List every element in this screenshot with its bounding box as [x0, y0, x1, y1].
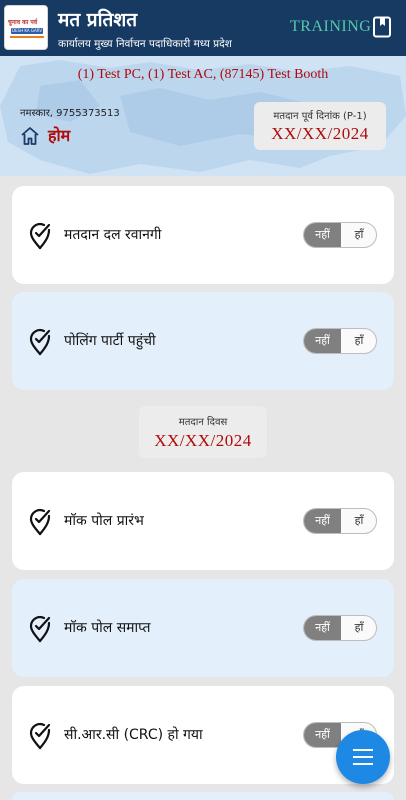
- pin-check-icon: [29, 722, 51, 750]
- status-toggle: नहीं हाँ: [303, 328, 377, 354]
- status-toggle: नहीं हाँ: [303, 222, 377, 248]
- app-header: चुनाव का पर्व DESH KA GARV मत प्रतिशत का…: [0, 0, 406, 56]
- pin-check-icon: [29, 328, 51, 356]
- toggle-no-option[interactable]: नहीं: [304, 616, 341, 640]
- menu-icon-bar: [353, 763, 373, 765]
- pre-poll-date-value: XX/XX/2024: [271, 124, 369, 143]
- app-title: मत प्रतिशत: [58, 9, 138, 31]
- status-card: मतदान दल रवानगी नहीं हाँ: [12, 186, 394, 284]
- training-mode-label[interactable]: TRAINING: [290, 18, 371, 36]
- status-label: मतदान दल रवानगी: [64, 227, 162, 243]
- booth-info: (1) Test PC, (1) Test AC, (87145) Test B…: [77, 67, 329, 82]
- toggle-yes-option[interactable]: हाँ: [341, 509, 376, 533]
- status-card: [12, 792, 394, 800]
- app-subtitle: कार्यालय मुख्य निर्वाचन पदाधिकारी मध्य प…: [58, 38, 232, 50]
- status-toggle: नहीं हाँ: [303, 508, 377, 534]
- app-logo: चुनाव का पर्व DESH KA GARV: [4, 5, 48, 50]
- pin-check-icon: [29, 222, 51, 250]
- status-label: पोलिंग पार्टी पहुंची: [64, 333, 156, 349]
- info-banner: (1) Test PC, (1) Test AC, (87145) Test B…: [0, 56, 406, 176]
- toggle-no-option[interactable]: नहीं: [304, 509, 341, 533]
- toggle-yes-option[interactable]: हाँ: [341, 329, 376, 353]
- logo-text-line2: DESH KA GARV: [11, 28, 43, 34]
- status-label: मॉक पोल प्रारंभ: [64, 513, 144, 529]
- status-toggle: नहीं हाँ: [303, 615, 377, 641]
- status-label: मॉक पोल समाप्त: [64, 620, 151, 636]
- status-card: पोलिंग पार्टी पहुंची नहीं हाँ: [12, 292, 394, 390]
- menu-icon-bar: [353, 756, 373, 758]
- status-card: मॉक पोल प्रारंभ नहीं हाँ: [12, 472, 394, 570]
- logo-stripe: [10, 36, 44, 38]
- pin-check-icon: [29, 508, 51, 536]
- pre-poll-date-label: मतदान पूर्व दिनांक (P-1): [273, 111, 367, 122]
- logo-text-line1: चुनाव का पर्व: [8, 19, 38, 26]
- status-card: मॉक पोल समाप्त नहीं हाँ: [12, 579, 394, 677]
- toggle-yes-option[interactable]: हाँ: [341, 616, 376, 640]
- pre-poll-date-box: मतदान पूर्व दिनांक (P-1) XX/XX/2024: [254, 102, 386, 150]
- greeting-text: नमस्कार, 9755373513: [20, 108, 120, 119]
- menu-fab-button[interactable]: [336, 730, 390, 784]
- toggle-no-option[interactable]: नहीं: [304, 223, 341, 247]
- menu-icon: [353, 749, 373, 751]
- poll-day-date: XX/XX/2024: [154, 431, 252, 450]
- poll-day-label: मतदान दिवस: [178, 417, 228, 428]
- home-label: होम: [48, 126, 71, 145]
- status-label: सी.आर.सी (CRC) हो गया: [64, 727, 203, 743]
- home-icon: [21, 127, 39, 145]
- toggle-no-option[interactable]: नहीं: [304, 723, 341, 747]
- toggle-no-option[interactable]: नहीं: [304, 329, 341, 353]
- status-card: सी.आर.सी (CRC) हो गया नहीं हाँ: [12, 686, 394, 784]
- book-icon[interactable]: [371, 16, 393, 38]
- pin-check-icon: [29, 615, 51, 643]
- toggle-yes-option[interactable]: हाँ: [341, 223, 376, 247]
- poll-day-date-box: मतदान दिवस XX/XX/2024: [139, 406, 267, 458]
